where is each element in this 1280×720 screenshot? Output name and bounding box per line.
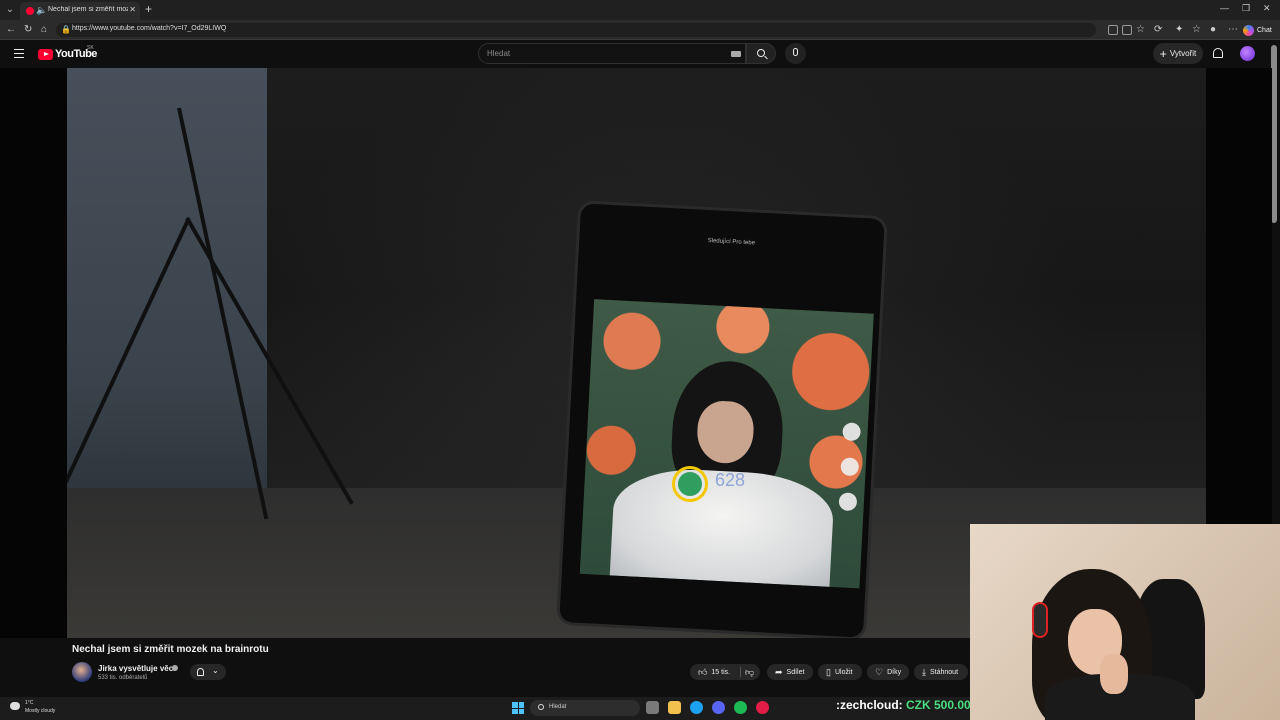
- share-label: Sdílet: [786, 668, 805, 676]
- url-text: https://www.youtube.com/watch?v=I7_Od29L…: [72, 25, 227, 32]
- comment-icon: [838, 492, 858, 512]
- browser-toolbar: ← ↻ ⌂ 🔒 https://www.youtube.com/watch?v=…: [0, 20, 1280, 40]
- account-avatar[interactable]: [1240, 46, 1255, 61]
- webcam-overlay: [970, 524, 1280, 720]
- download-button[interactable]: ⤓ Stáhnout: [914, 664, 968, 680]
- menu-icon[interactable]: [14, 49, 24, 58]
- task-view-icon[interactable]: [646, 701, 659, 714]
- spotify-icon[interactable]: [734, 701, 747, 714]
- donation-value: CZK 500.00: [906, 698, 971, 712]
- weather-temperature[interactable]: 1°C: [25, 700, 33, 706]
- more-icon[interactable]: ⋯: [1228, 24, 1238, 35]
- dislike-button[interactable]: 👎︎: [740, 664, 760, 680]
- home-icon[interactable]: ⌂: [41, 24, 47, 35]
- like-icon[interactable]: 👍︎: [698, 667, 707, 678]
- browser-tab[interactable]: 🔈 Nechal jsem si změřit mozek ✕: [20, 2, 140, 20]
- thanks-icon: ♡: [875, 666, 884, 677]
- country-code: SK: [87, 45, 94, 51]
- windows-start-icon[interactable]: [512, 702, 524, 714]
- like-count[interactable]: 15 tis.: [711, 669, 730, 676]
- channel-name[interactable]: Jirka vysvětluje věci: [98, 664, 175, 673]
- create-button[interactable]: + Vytvořit: [1153, 43, 1203, 64]
- tablet-screen: [579, 299, 874, 589]
- back-icon[interactable]: ←: [6, 24, 16, 35]
- favorite-star-icon[interactable]: ☆: [1136, 24, 1145, 35]
- extension-icon[interactable]: [1108, 25, 1118, 35]
- voice-search-button[interactable]: [785, 43, 806, 64]
- search-icon: [538, 704, 544, 710]
- window-close-icon[interactable]: ✕: [1263, 3, 1271, 14]
- cursor-highlight-icon: [672, 466, 708, 502]
- app-icon[interactable]: [756, 701, 769, 714]
- youtube-header: YouTube SK + Vytvořit: [0, 40, 1280, 68]
- create-label: Vytvořit: [1169, 49, 1197, 58]
- edge-icon[interactable]: [690, 701, 703, 714]
- refresh-extension-icon[interactable]: ⟳: [1154, 24, 1162, 35]
- dislike-icon: 👎︎: [745, 666, 755, 677]
- search-icon: [757, 49, 765, 57]
- reader-icon[interactable]: [1122, 25, 1132, 35]
- lock-icon[interactable]: 🔒: [61, 25, 71, 34]
- weather-cloud-icon[interactable]: [10, 702, 20, 710]
- plus-icon: +: [1159, 46, 1167, 61]
- verified-icon: [172, 665, 178, 671]
- keyboard-icon[interactable]: [731, 51, 741, 57]
- tab-list-icon[interactable]: ⌄: [3, 3, 17, 17]
- bell-icon: [197, 668, 204, 676]
- windows-taskbar: 1°C Mostly cloudy Hledat: [0, 697, 970, 720]
- address-bar[interactable]: 🔒 https://www.youtube.com/watch?v=I7_Od2…: [56, 23, 1096, 37]
- creator-avatar-icon: [842, 422, 862, 442]
- favorites-icon[interactable]: ☆: [1192, 24, 1201, 35]
- thanks-button[interactable]: ♡ Díky: [867, 664, 909, 680]
- streamer-hand: [1100, 654, 1128, 694]
- file-explorer-icon[interactable]: [668, 701, 681, 714]
- puzzle-icon[interactable]: ✦: [1175, 24, 1183, 35]
- donation-label: :zechcloud:: [836, 698, 903, 712]
- notifications-bell-icon[interactable]: [1213, 48, 1223, 58]
- share-button[interactable]: ➦ Sdílet: [767, 664, 813, 680]
- discord-icon[interactable]: [712, 701, 725, 714]
- copilot-chat-button[interactable]: Chat: [1243, 23, 1272, 37]
- maximize-icon[interactable]: ❐: [1242, 3, 1250, 14]
- share-icon: ➦: [775, 666, 783, 677]
- search-box: [478, 43, 746, 64]
- donation-overlay: :zechcloud: CZK 500.00: [836, 698, 971, 712]
- subscriber-count: 533 tis. odběratelů: [98, 675, 148, 681]
- taskbar-search-label: Hledat: [549, 704, 567, 710]
- taskbar-search[interactable]: Hledat: [530, 700, 640, 716]
- tab-title: Nechal jsem si změřit mozek: [48, 6, 128, 13]
- video-title: Nechal jsem si změřit mozek na brainrotu: [72, 644, 269, 655]
- profile-icon[interactable]: ●: [1210, 24, 1216, 35]
- search-input[interactable]: [487, 49, 717, 58]
- channel-avatar[interactable]: [72, 662, 92, 682]
- heart-icon: [840, 457, 860, 477]
- headphones-icon: [1032, 602, 1048, 638]
- search-button[interactable]: [746, 43, 776, 64]
- mic-icon: [793, 48, 798, 56]
- tablet-device: Sledující Pro tebe: [556, 200, 888, 638]
- browser-tab-strip: ⌄ 🔈 Nechal jsem si změřit mozek ✕ + — ❐ …: [0, 0, 1280, 20]
- overlay-number: 628: [715, 470, 746, 490]
- download-icon: ⤓: [922, 666, 926, 677]
- speaker-icon[interactable]: 🔈: [36, 5, 47, 16]
- video-scene-wall: [67, 68, 267, 518]
- reload-icon[interactable]: ↻: [24, 24, 32, 35]
- chat-label: Chat: [1257, 26, 1272, 34]
- copilot-icon: [1243, 24, 1254, 36]
- new-tab-icon[interactable]: +: [145, 2, 152, 16]
- save-icon: ▯: [826, 666, 831, 677]
- subscription-bell-button[interactable]: ⌄: [190, 664, 226, 680]
- download-label: Stáhnout: [929, 668, 959, 676]
- tab-close-icon[interactable]: ✕: [129, 5, 136, 14]
- minimize-icon[interactable]: —: [1220, 3, 1229, 13]
- save-label: Uložit: [834, 668, 853, 676]
- thanks-label: Díky: [887, 668, 902, 676]
- save-button[interactable]: ▯ Uložit: [818, 664, 862, 680]
- chevron-down-icon: ⌄: [212, 666, 219, 675]
- youtube-play-icon: [38, 48, 53, 60]
- weather-description[interactable]: Mostly cloudy: [25, 708, 55, 714]
- tablet-tabs: Sledující Pro tebe: [707, 238, 756, 247]
- youtube-favicon-icon: [26, 7, 34, 15]
